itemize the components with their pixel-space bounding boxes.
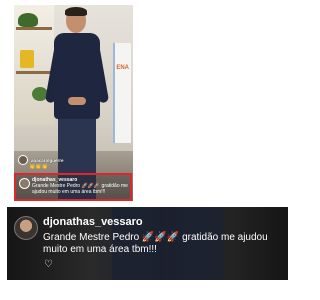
heart-icon[interactable]: ♡ <box>44 259 53 270</box>
person-torso <box>54 33 100 119</box>
plant <box>18 13 38 27</box>
comment-text: Grande Mestre Pedro 🚀🚀🚀 gratidão me ajud… <box>43 232 268 255</box>
live-video-frame: ENA anacarolguerre 👏👏👏 <box>14 5 133 201</box>
person-hair <box>65 7 87 16</box>
shelf <box>16 27 52 30</box>
comment-username[interactable]: djonathas_vessaro <box>43 216 143 228</box>
avatar <box>19 178 30 189</box>
banner-stand <box>113 43 131 143</box>
comment-username: anacarolguerre <box>31 157 64 163</box>
shelf <box>16 71 52 74</box>
comment-text: 👏👏👏 <box>29 164 48 170</box>
zoomed-comment-panel: djonathas_vessaro Grande Mestre Pedro 🚀🚀… <box>7 207 288 280</box>
person-hands <box>68 97 86 105</box>
live-comment-text: 👏👏👏 <box>29 164 48 170</box>
highlighted-comment: djonathas_vessaro Grande Mestre Pedro 🚀🚀… <box>14 173 132 201</box>
comment-text: Grande Mestre Pedro 🚀🚀🚀 gratidão me ajud… <box>32 183 128 195</box>
banner-text: ENA <box>116 65 129 71</box>
video-scene: ENA <box>14 5 133 201</box>
avatar <box>18 155 28 165</box>
avatar[interactable] <box>14 216 38 240</box>
toy-figure <box>20 50 34 68</box>
